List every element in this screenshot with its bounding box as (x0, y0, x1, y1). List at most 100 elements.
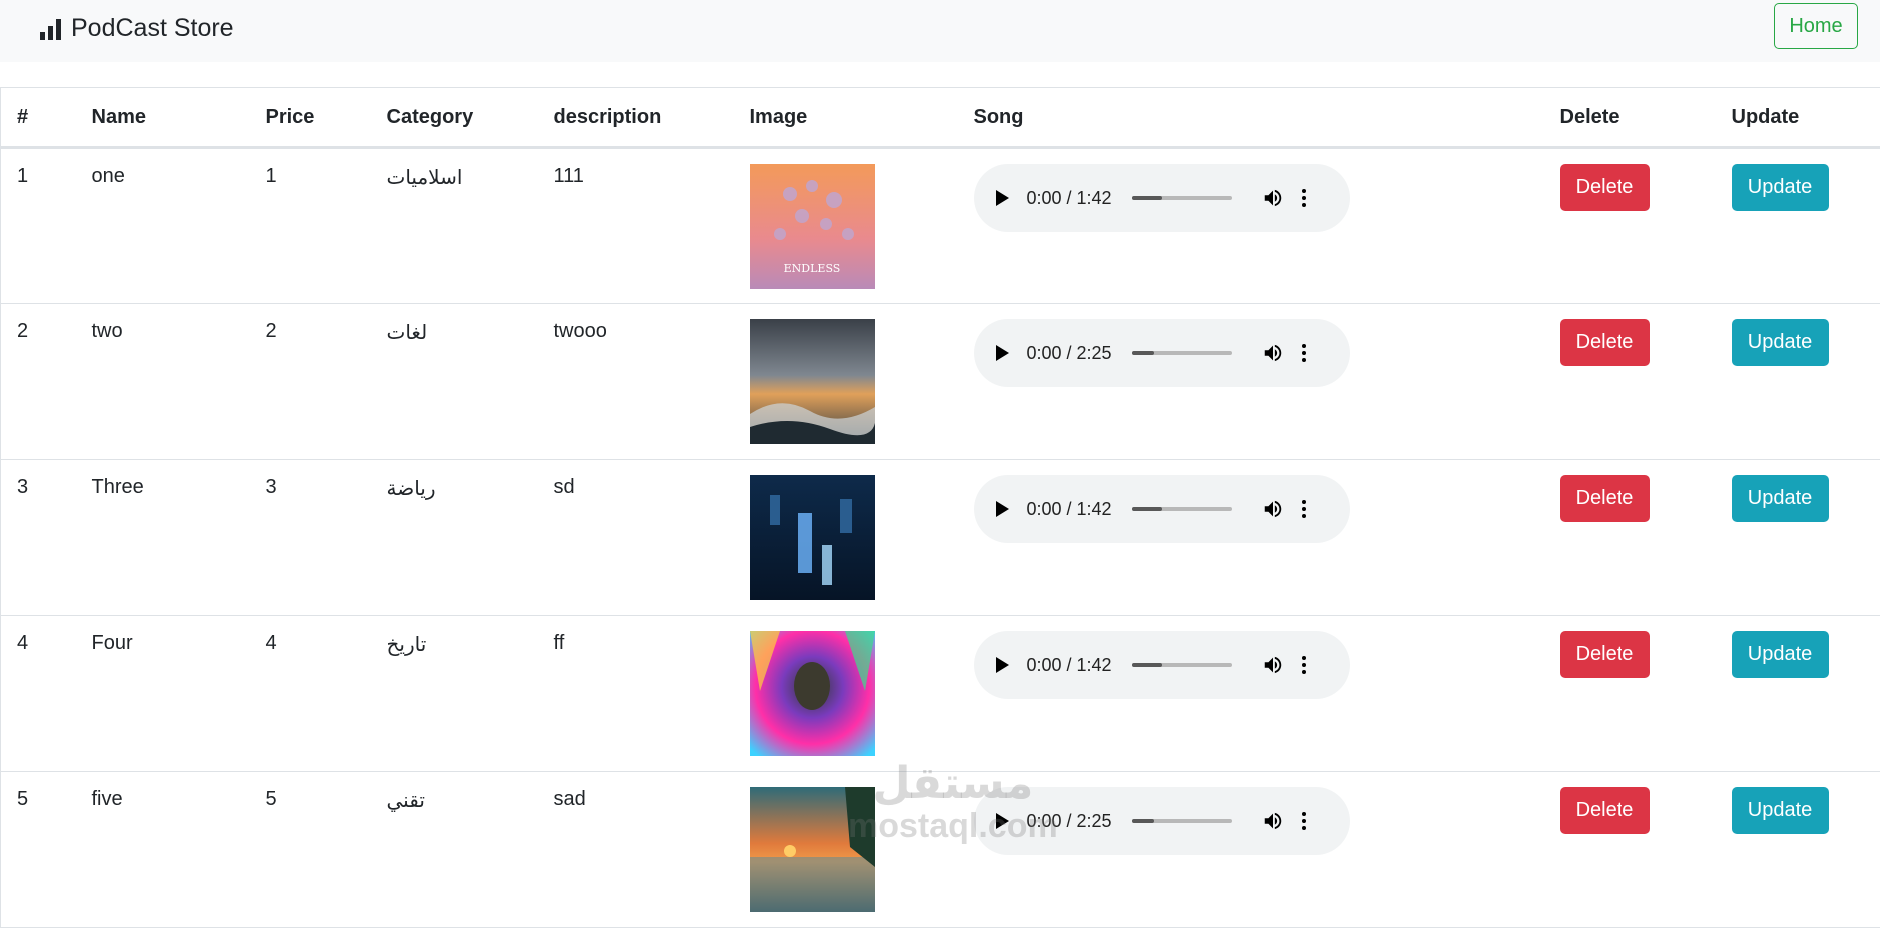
row-image-cell (734, 772, 958, 928)
volume-icon[interactable] (1262, 498, 1284, 520)
header-description: description (538, 88, 734, 148)
header-song: Song (958, 88, 1544, 148)
volume-icon[interactable] (1262, 187, 1284, 209)
row-delete-cell: Delete (1544, 304, 1716, 460)
row-description: sad (538, 772, 734, 928)
more-options-icon[interactable] (1302, 812, 1306, 830)
row-update-cell: Update (1716, 772, 1880, 928)
row-image-cell (734, 460, 958, 616)
update-button[interactable]: Update (1732, 164, 1829, 211)
bar-chart-icon (40, 18, 61, 40)
more-options-icon[interactable] (1302, 500, 1306, 518)
podcast-cover-image (750, 631, 958, 756)
row-image-cell (734, 304, 958, 460)
play-icon[interactable] (996, 345, 1009, 361)
row-price: 4 (250, 616, 371, 772)
header-category: Category (371, 88, 538, 148)
podcast-cover-image (750, 319, 958, 444)
row-image-cell (734, 616, 958, 772)
audio-time: 0:00 / 1:42 (1027, 655, 1112, 676)
audio-player[interactable]: 0:00 / 1:42 (974, 164, 1350, 232)
row-description: ff (538, 616, 734, 772)
header-update: Update (1716, 88, 1880, 148)
row-description: sd (538, 460, 734, 616)
podcast-cover-image (750, 787, 958, 912)
more-options-icon[interactable] (1302, 189, 1306, 207)
play-icon[interactable] (996, 501, 1009, 517)
row-number: 4 (1, 616, 76, 772)
audio-seek-bar[interactable] (1132, 819, 1232, 823)
audio-seek-bar[interactable] (1132, 351, 1232, 355)
row-category: لغات (371, 304, 538, 460)
delete-button[interactable]: Delete (1560, 164, 1650, 211)
update-button[interactable]: Update (1732, 787, 1829, 834)
row-delete-cell: Delete (1544, 460, 1716, 616)
row-price: 1 (250, 148, 371, 304)
row-name: five (76, 772, 250, 928)
update-button[interactable]: Update (1732, 319, 1829, 366)
play-icon[interactable] (996, 190, 1009, 206)
row-update-cell: Update (1716, 304, 1880, 460)
audio-time: 0:00 / 1:42 (1027, 499, 1112, 520)
row-song-cell: 0:00 / 1:42 (958, 460, 1544, 616)
row-number: 1 (1, 148, 76, 304)
row-delete-cell: Delete (1544, 148, 1716, 304)
row-delete-cell: Delete (1544, 616, 1716, 772)
row-image-cell: ENDLESS (734, 148, 958, 304)
audio-player[interactable]: 0:00 / 2:25 (974, 319, 1350, 387)
table-row: 4Four4تاريخff0:00 / 1:42DeleteUpdate (1, 616, 1880, 772)
audio-player[interactable]: 0:00 / 2:25 (974, 787, 1350, 855)
row-number: 2 (1, 304, 76, 460)
audio-seek-fill (1132, 196, 1162, 200)
header-name: Name (76, 88, 250, 148)
more-options-icon[interactable] (1302, 656, 1306, 674)
play-icon[interactable] (996, 813, 1009, 829)
audio-seek-bar[interactable] (1132, 196, 1232, 200)
delete-button[interactable]: Delete (1560, 319, 1650, 366)
more-options-icon[interactable] (1302, 344, 1306, 362)
row-song-cell: 0:00 / 1:42 (958, 616, 1544, 772)
audio-player[interactable]: 0:00 / 1:42 (974, 631, 1350, 699)
row-price: 5 (250, 772, 371, 928)
update-button[interactable]: Update (1732, 631, 1829, 678)
play-icon[interactable] (996, 657, 1009, 673)
podcast-cover-image (750, 475, 958, 600)
row-song-cell: 0:00 / 2:25 (958, 772, 1544, 928)
table-header-row: # Name Price Category description Image … (1, 88, 1880, 148)
delete-button[interactable]: Delete (1560, 631, 1650, 678)
update-button[interactable]: Update (1732, 475, 1829, 522)
header-number: # (1, 88, 76, 148)
table-row: 1one1اسلاميات111ENDLESS0:00 / 1:42Delete… (1, 148, 1880, 304)
navbar: PodCast Store Home (0, 0, 1880, 62)
row-name: two (76, 304, 250, 460)
row-category: رياضة (371, 460, 538, 616)
header-image: Image (734, 88, 958, 148)
audio-time: 0:00 / 2:25 (1027, 343, 1112, 364)
row-price: 3 (250, 460, 371, 616)
brand[interactable]: PodCast Store (40, 14, 234, 43)
audio-seek-fill (1132, 507, 1162, 511)
audio-seek-fill (1132, 351, 1154, 355)
audio-seek-fill (1132, 663, 1162, 667)
row-song-cell: 0:00 / 1:42 (958, 148, 1544, 304)
delete-button[interactable]: Delete (1560, 787, 1650, 834)
brand-title: PodCast Store (71, 14, 234, 43)
audio-seek-bar[interactable] (1132, 663, 1232, 667)
row-description: twooo (538, 304, 734, 460)
row-update-cell: Update (1716, 616, 1880, 772)
audio-seek-bar[interactable] (1132, 507, 1232, 511)
row-name: Four (76, 616, 250, 772)
row-price: 2 (250, 304, 371, 460)
podcast-table: # Name Price Category description Image … (0, 87, 1880, 928)
volume-icon[interactable] (1262, 810, 1284, 832)
row-category: تقني (371, 772, 538, 928)
delete-button[interactable]: Delete (1560, 475, 1650, 522)
podcast-cover-image: ENDLESS (750, 164, 958, 289)
row-update-cell: Update (1716, 460, 1880, 616)
table-row: 2two2لغاتtwooo0:00 / 2:25DeleteUpdate (1, 304, 1880, 460)
home-button[interactable]: Home (1774, 3, 1858, 49)
row-name: Three (76, 460, 250, 616)
volume-icon[interactable] (1262, 654, 1284, 676)
volume-icon[interactable] (1262, 342, 1284, 364)
audio-player[interactable]: 0:00 / 1:42 (974, 475, 1350, 543)
